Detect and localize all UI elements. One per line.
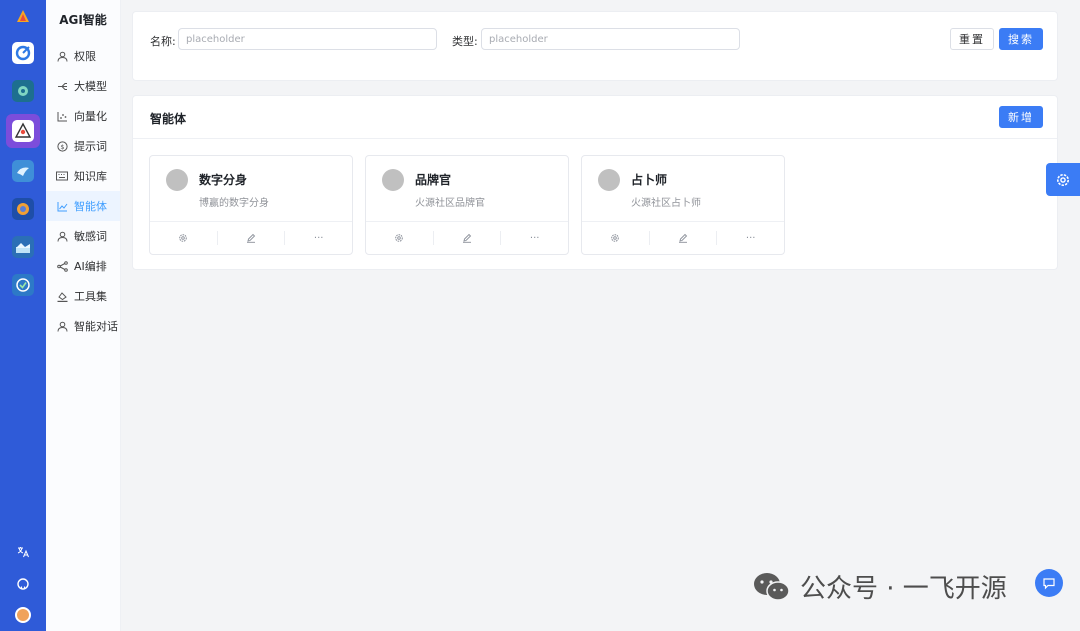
github-icon[interactable] [14,575,32,593]
add-agent-button[interactable]: 新增 [999,106,1043,128]
agent-avatar [166,169,188,191]
gear-icon [179,234,188,242]
sidebar-item-llm[interactable]: 大模型 [46,71,120,101]
gear-icon [1057,173,1069,186]
search-panel: 名称: placeholder 类型: placeholder 重置 搜索 [132,11,1058,81]
dollar-circle-icon: $ [56,140,68,152]
edit-icon [679,233,688,243]
brand-logo-icon[interactable] [13,8,33,24]
scatter-chart-icon [56,110,68,122]
sidebar-item-label: 知识库 [74,170,107,183]
agents-panel: 智能体 新增 数字分身 博赢的数字分身 ··· 品牌官 火源社区品牌官 ··· … [132,95,1058,270]
agent-name: 品牌官 [415,173,452,187]
name-label: 名称: [150,35,176,48]
sidebar-item-label: 工具集 [74,290,107,303]
agent-name: 占卜师 [631,173,668,187]
sidebar-item-toolset[interactable]: 工具集 [46,281,120,311]
more-icon: ··· [313,232,324,244]
agent-more-button[interactable]: ··· [717,231,784,245]
sidebar-item-label: 提示词 [74,140,107,153]
agent-actions: ··· [366,221,568,254]
line-chart-icon [56,200,68,212]
agent-settings-button[interactable] [366,231,434,245]
svg-text:$: $ [60,143,64,151]
agents-title: 智能体 [150,112,187,126]
user-icon [56,320,68,332]
agent-card[interactable]: 品牌官 火源社区品牌官 ··· [365,155,569,255]
type-label: 类型: [452,35,478,48]
search-button[interactable]: 搜索 [999,28,1043,50]
sidebar-title: AGI智能 [59,13,107,27]
sidebar-item-agents[interactable]: 智能体 [46,191,120,221]
sidebar: AGI智能 权限 大模型 向量化 $ 提示词 知识库 智能体 敏感词 AI编排 … [46,0,121,631]
type-input[interactable]: placeholder [481,28,740,50]
agent-edit-button[interactable] [434,231,502,245]
more-icon: ··· [529,232,540,244]
chat-icon [1043,578,1055,590]
sidebar-item-vectorize[interactable]: 向量化 [46,101,120,131]
agent-description: 博赢的数字分身 [199,198,269,209]
app-ai-brain-icon[interactable] [8,76,38,106]
watermark-text: 公众号 · 一飞开源 [800,574,1007,604]
sidebar-item-sensitive-words[interactable]: 敏感词 [46,221,120,251]
wechat-icon [752,571,792,603]
sidebar-item-ai-orchestration[interactable]: AI编排 [46,251,120,281]
agent-settings-button[interactable] [150,231,218,245]
gear-icon [611,234,620,242]
app-landscape-icon[interactable] [8,232,38,262]
sidebar-item-label: 大模型 [74,80,107,93]
name-input[interactable]: placeholder [178,28,437,50]
edit-icon [463,233,472,243]
sidebar-item-permissions[interactable]: 权限 [46,41,120,71]
sidebar-item-label: 智能体 [74,200,107,213]
gear-icon [395,234,404,242]
agent-actions: ··· [582,221,784,254]
translate-icon[interactable] [14,543,32,561]
app-dashboard-icon[interactable] [8,38,38,68]
agent-name: 数字分身 [199,173,248,187]
chat-support-button[interactable] [1035,569,1063,597]
agent-actions: ··· [150,221,352,254]
sidebar-item-label: 敏感词 [74,230,107,243]
agents-header: 智能体 新增 [133,96,1057,139]
sidebar-menu: 权限 大模型 向量化 $ 提示词 知识库 智能体 敏感词 AI编排 工具集 智能… [46,41,120,341]
sidebar-item-label: AI编排 [74,260,107,273]
sidebar-item-prompts[interactable]: $ 提示词 [46,131,120,161]
wechat-watermark: 公众号 · 一飞开源 [752,568,1007,605]
app-shield-icon[interactable] [8,270,38,300]
sidebar-item-label: 智能对话 [74,320,118,333]
agent-card[interactable]: 占卜师 火源社区占卜师 ··· [581,155,785,255]
user-avatar[interactable] [15,607,31,623]
app-agi-icon[interactable] [6,114,40,148]
keyboard-icon [56,170,68,182]
app-rail [0,0,46,631]
agent-more-button[interactable]: ··· [285,231,352,245]
share-icon [56,260,68,272]
agent-settings-button[interactable] [582,231,650,245]
sidebar-item-label: 权限 [74,50,96,63]
agent-more-button[interactable]: ··· [501,231,568,245]
branch-icon [56,80,68,92]
more-icon: ··· [745,232,756,244]
app-globe-icon[interactable] [8,194,38,224]
agent-edit-button[interactable] [218,231,286,245]
agent-card[interactable]: 数字分身 博赢的数字分身 ··· [149,155,353,255]
agent-avatar [598,169,620,191]
paint-bucket-icon [56,290,68,302]
agent-edit-button[interactable] [650,231,718,245]
edit-icon [247,233,256,243]
user-icon [56,50,68,62]
floating-settings-button[interactable] [1046,163,1080,196]
agent-avatar [382,169,404,191]
sidebar-item-smart-chat[interactable]: 智能对话 [46,311,120,341]
app-bird-icon[interactable] [8,156,38,186]
sidebar-item-label: 向量化 [74,110,107,123]
agent-description: 火源社区品牌官 [415,198,485,209]
reset-button[interactable]: 重置 [950,28,994,50]
agent-description: 火源社区占卜师 [631,198,701,209]
sidebar-item-knowledge-base[interactable]: 知识库 [46,161,120,191]
user-icon [56,230,68,242]
